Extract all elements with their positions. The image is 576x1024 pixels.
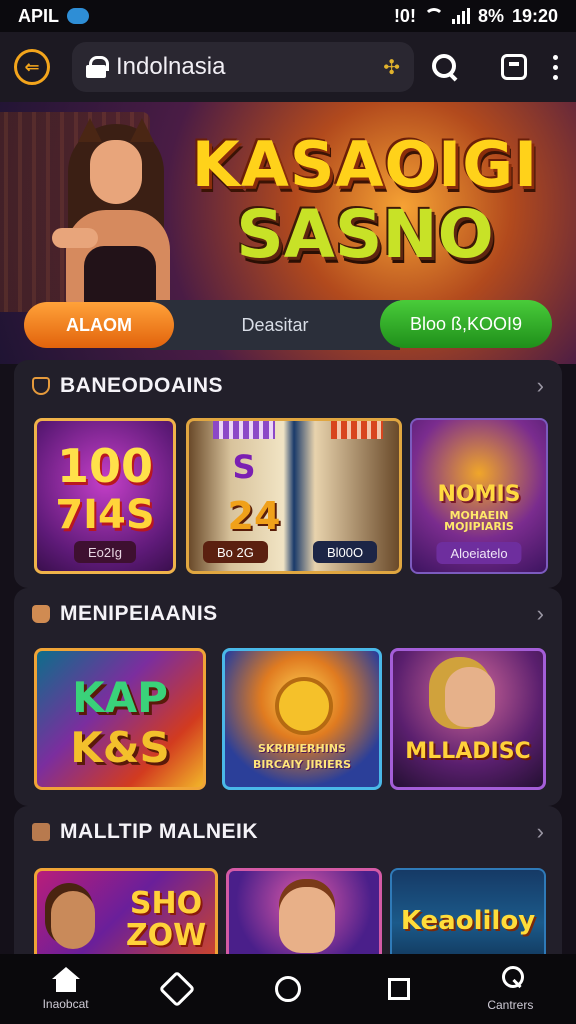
more-menu-icon[interactable]: [549, 54, 562, 80]
section-3: MALLTIP MALNEIK › SHO ZOW Keaoliloy: [14, 806, 562, 978]
bottom-navigation: Inaobcat Cantrers: [0, 954, 576, 1024]
hero-title-line1: KASAOIGI: [191, 128, 539, 201]
section-2-header[interactable]: MENIPEIAANIS ›: [14, 588, 562, 640]
home-icon: [51, 967, 80, 993]
square-icon: [388, 978, 411, 1000]
nav-home-label: Inaobcat: [42, 997, 89, 1011]
signal-extra-text: !0!: [393, 5, 416, 26]
card-sub-text: BIRCAIY JIRIERS: [252, 758, 352, 771]
wifi-icon: [423, 8, 444, 24]
nav-home[interactable]: Inaobcat: [21, 954, 111, 1024]
nav-recents[interactable]: [354, 954, 444, 1024]
slot-reel-top: [213, 421, 275, 439]
card-label: Aloeiatelo: [436, 542, 522, 564]
character-image: [445, 667, 495, 727]
card-big-text: Keaoliloy: [400, 906, 536, 936]
battery-text: 8%: [477, 5, 504, 26]
section-2: MENIPEIAANIS › KAP K&S SKRIBIERHINS BIRC…: [14, 588, 562, 806]
person-icon: [497, 966, 525, 994]
nav-puzzle[interactable]: [132, 954, 222, 1024]
section-2-title: MENIPEIAANIS: [60, 602, 218, 625]
slot-symbol: 24: [227, 494, 281, 538]
card-label: Bl00O: [313, 541, 378, 563]
lock-icon: [86, 56, 109, 78]
section-1-title: BANEODOAINS: [60, 374, 224, 397]
card-big-text: SHO: [129, 886, 203, 921]
cellular-signal-icon: [451, 8, 470, 24]
chevron-right-icon[interactable]: ›: [537, 373, 544, 399]
card-label: Eo2Ig: [74, 541, 136, 563]
hero-banner[interactable]: KASAOIGI SASNO Deasitar ALAOM Bloo ß,KOO…: [0, 102, 576, 364]
status-bar: APIL !0! 8% 19:20: [0, 0, 576, 32]
url-text: Indolnasia: [116, 53, 226, 80]
bag-icon: [32, 823, 50, 841]
game-card[interactable]: 100 7I4S Eo2Ig: [34, 418, 176, 574]
section-3-header[interactable]: MALLTIP MALNEIK ›: [14, 806, 562, 858]
card-big-text: K&S: [70, 723, 170, 772]
puzzle-icon: [158, 970, 196, 1008]
coin-mascot-image: [275, 677, 333, 735]
chevron-right-icon[interactable]: ›: [537, 601, 544, 627]
fist-icon: [32, 605, 50, 623]
section-1: BANEODOAINS › 100 7I4S Eo2Ig S 24 Bo 2G …: [14, 360, 562, 588]
hero-left-button[interactable]: ALAOM: [24, 302, 174, 348]
tabs-icon[interactable]: [501, 54, 527, 80]
nav-account-label: Cantrers: [487, 998, 534, 1012]
hero-right-button[interactable]: Bloo ß,KOOI9: [380, 300, 552, 348]
hero-title: KASAOIGI SASNO: [180, 134, 550, 268]
card-big-text: 7I4S: [55, 492, 155, 538]
circle-icon: [274, 976, 301, 1002]
section-3-title: MALLTIP MALNEIK: [60, 820, 259, 843]
back-button[interactable]: ⇐: [14, 49, 50, 85]
card-big-text: KAP: [72, 673, 168, 722]
game-card[interactable]: MLLADISC: [390, 648, 546, 790]
hero-title-line2: SASNO: [236, 196, 494, 273]
search-icon[interactable]: [432, 54, 458, 80]
character-image: [279, 887, 335, 953]
nav-home-button[interactable]: [243, 954, 333, 1024]
hero-actions: Deasitar ALAOM Bloo ß,KOOI9: [0, 300, 576, 352]
game-card[interactable]: KAP K&S: [34, 648, 206, 790]
game-card[interactable]: S 24 Bo 2G Bl00O: [186, 418, 402, 574]
card-sub-text: MOHAEIN MOJIPIARIS: [444, 509, 514, 533]
card-label: Bo 2G: [203, 541, 268, 563]
game-card[interactable]: NOMIS MOHAEIN MOJIPIARIS Aloeiatelo: [410, 418, 548, 574]
card-big-text: 100: [56, 439, 154, 493]
nav-account[interactable]: Cantrers: [465, 954, 555, 1024]
back-arrow-icon: ⇐: [24, 56, 40, 77]
card-big-text: NOMIS: [437, 482, 521, 507]
card-big-text: MLLADISC: [405, 739, 531, 764]
shield-icon: [32, 377, 50, 395]
slot-reel-top: [331, 421, 383, 439]
slot-symbol: S: [232, 448, 256, 486]
game-card[interactable]: SKRIBIERHINS BIRCAIY JIRIERS: [222, 648, 382, 790]
hero-center-text: Deasitar: [150, 300, 400, 350]
address-bar[interactable]: Indolnasia ✣: [72, 42, 414, 92]
sparkle-icon[interactable]: ✣: [383, 55, 400, 80]
carrier-text: APIL: [18, 5, 60, 26]
chevron-right-icon[interactable]: ›: [537, 819, 544, 845]
card-sub-text: SKRIBIERHINS: [258, 742, 346, 755]
clock-text: 19:20: [511, 5, 558, 26]
browser-toolbar: ⇐ Indolnasia ✣: [0, 32, 576, 102]
section-1-header[interactable]: BANEODOAINS ›: [14, 360, 562, 412]
app-notification-icon: [67, 8, 90, 24]
hero-character-image: [50, 118, 180, 308]
card-big-text: ZOW: [125, 918, 207, 953]
